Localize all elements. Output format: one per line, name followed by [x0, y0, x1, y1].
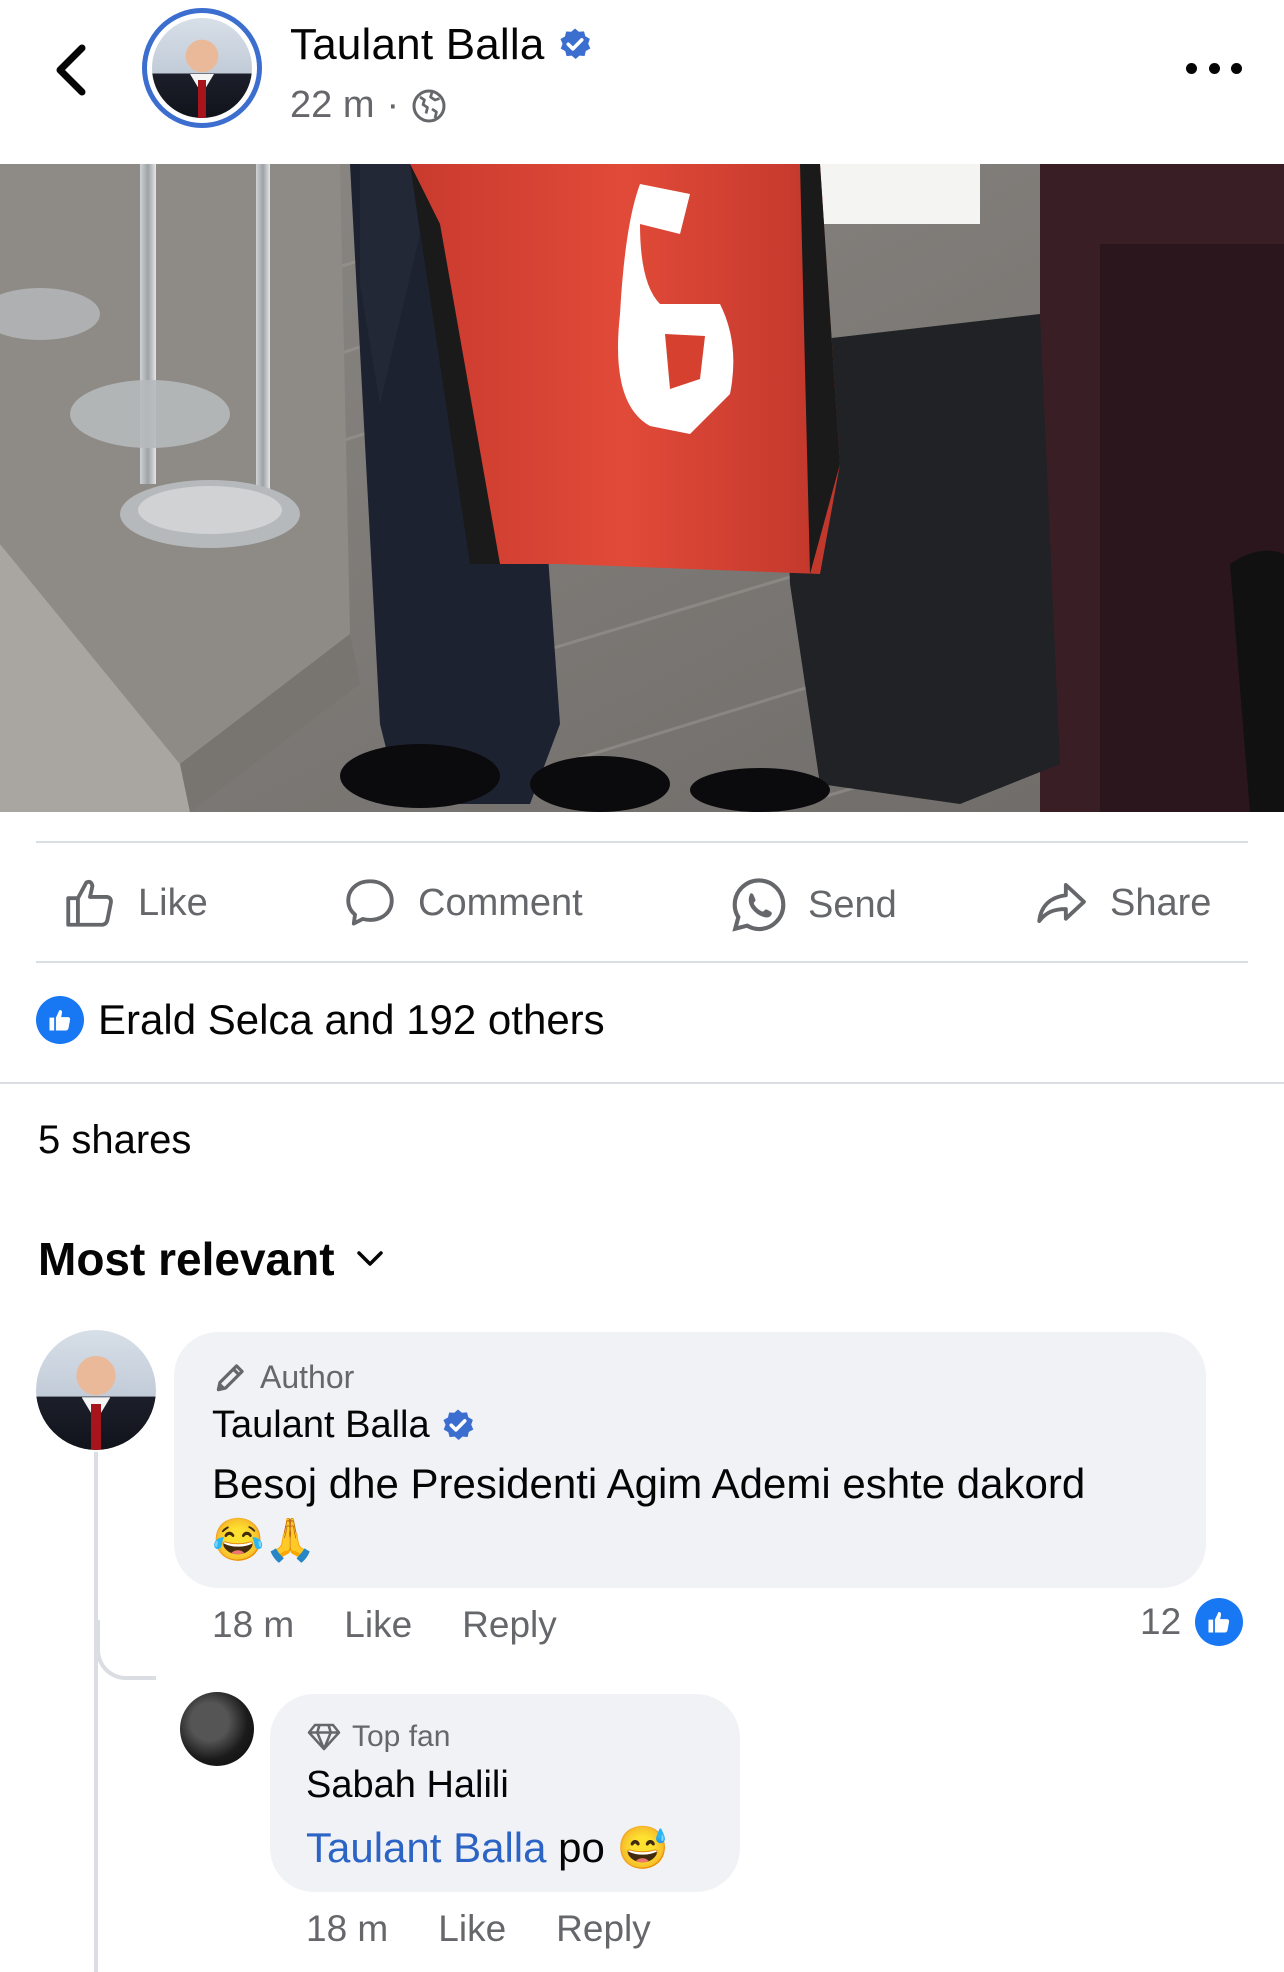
reaction-count: 12	[1140, 1601, 1182, 1642]
reactions-text[interactable]: Erald Selca and 192 others	[98, 996, 605, 1044]
share-arrow-icon	[1037, 882, 1086, 924]
verified-badge-icon	[443, 1409, 473, 1440]
comment-body: Besoj dhe Presidenti Agim Ademi eshte da…	[212, 1460, 1086, 1507]
globe-icon	[412, 89, 446, 122]
like-badge-icon	[36, 996, 84, 1044]
reply-connector	[96, 1620, 156, 1680]
reply-body: po	[546, 1824, 617, 1871]
poster-name[interactable]: Taulant Balla	[290, 20, 593, 70]
pencil-icon	[216, 1364, 244, 1392]
mention-link[interactable]: Taulant Balla	[306, 1824, 547, 1871]
diamond-icon	[307, 1723, 341, 1751]
chevron-down-icon	[356, 1251, 383, 1266]
reply-reply-button[interactable]: Reply	[556, 1908, 651, 1950]
comment-label[interactable]: Comment	[418, 882, 583, 925]
share-button[interactable]: Share	[1030, 874, 1211, 932]
commenter-name-text[interactable]: Taulant Balla	[212, 1404, 430, 1447]
author-badge-label: Author	[260, 1358, 355, 1395]
poster-name-text[interactable]: Taulant Balla	[290, 20, 545, 70]
separator-dot: ·	[386, 84, 400, 126]
reply-author-name[interactable]: Sabah Halili	[306, 1764, 509, 1807]
send-label[interactable]: Send	[808, 884, 897, 927]
whatsapp-icon	[732, 878, 786, 932]
sort-label[interactable]: Most relevant	[38, 1232, 335, 1286]
comment-sort-dropdown[interactable]: Most relevant	[38, 1232, 385, 1286]
comment-time: 18 m	[212, 1604, 295, 1645]
more-horizontal-icon[interactable]	[1186, 56, 1242, 80]
comment-like-button[interactable]: Like	[344, 1604, 412, 1646]
send-button[interactable]: Send	[728, 874, 897, 936]
thread-line	[94, 1452, 98, 1972]
verified-badge-icon	[560, 28, 590, 59]
shares-count[interactable]: 5 shares	[38, 1118, 191, 1163]
reply-time: 18 m	[306, 1908, 389, 1949]
commenter-name[interactable]: Taulant Balla	[212, 1404, 476, 1447]
reactions-summary[interactable]: Erald Selca and 192 others	[36, 996, 605, 1044]
like-button[interactable]: Like	[60, 874, 208, 932]
comment-reply-button[interactable]: Reply	[462, 1604, 557, 1646]
post-time: 22 m	[290, 84, 375, 126]
top-fan-label: Top fan	[352, 1720, 451, 1753]
thumbs-up-icon	[66, 879, 113, 927]
comment-bubble-icon	[346, 879, 394, 926]
top-fan-badge: Top fan	[306, 1720, 450, 1754]
post-photo[interactable]	[0, 164, 1284, 812]
author-badge: Author	[212, 1358, 354, 1396]
like-badge-icon	[1195, 1598, 1244, 1646]
reply-like-button[interactable]: Like	[438, 1908, 506, 1950]
comment-reaction-count[interactable]: 12	[1140, 1598, 1244, 1646]
reply-meta: 18 m Like Reply	[306, 1908, 651, 1950]
comment-button[interactable]: Comment	[340, 874, 583, 932]
commenter-avatar[interactable]	[36, 1330, 156, 1450]
reply-avatar[interactable]	[180, 1692, 254, 1766]
poster-avatar[interactable]	[142, 8, 262, 128]
chevron-left-icon[interactable]	[46, 40, 96, 100]
comment-emojis: 😂🙏	[212, 1516, 317, 1563]
reply-text: Taulant Balla po 😅	[306, 1820, 669, 1876]
divider	[36, 961, 1248, 963]
comment-text: Besoj dhe Presidenti Agim Ademi eshte da…	[212, 1456, 1172, 1568]
post-meta: 22 m ·	[290, 84, 447, 127]
share-label[interactable]: Share	[1110, 882, 1211, 925]
comment-meta: 18 m Like Reply	[212, 1604, 557, 1646]
like-label[interactable]: Like	[138, 882, 208, 925]
divider	[36, 841, 1248, 843]
divider	[0, 1082, 1284, 1084]
reply-emoji: 😅	[616, 1824, 669, 1871]
